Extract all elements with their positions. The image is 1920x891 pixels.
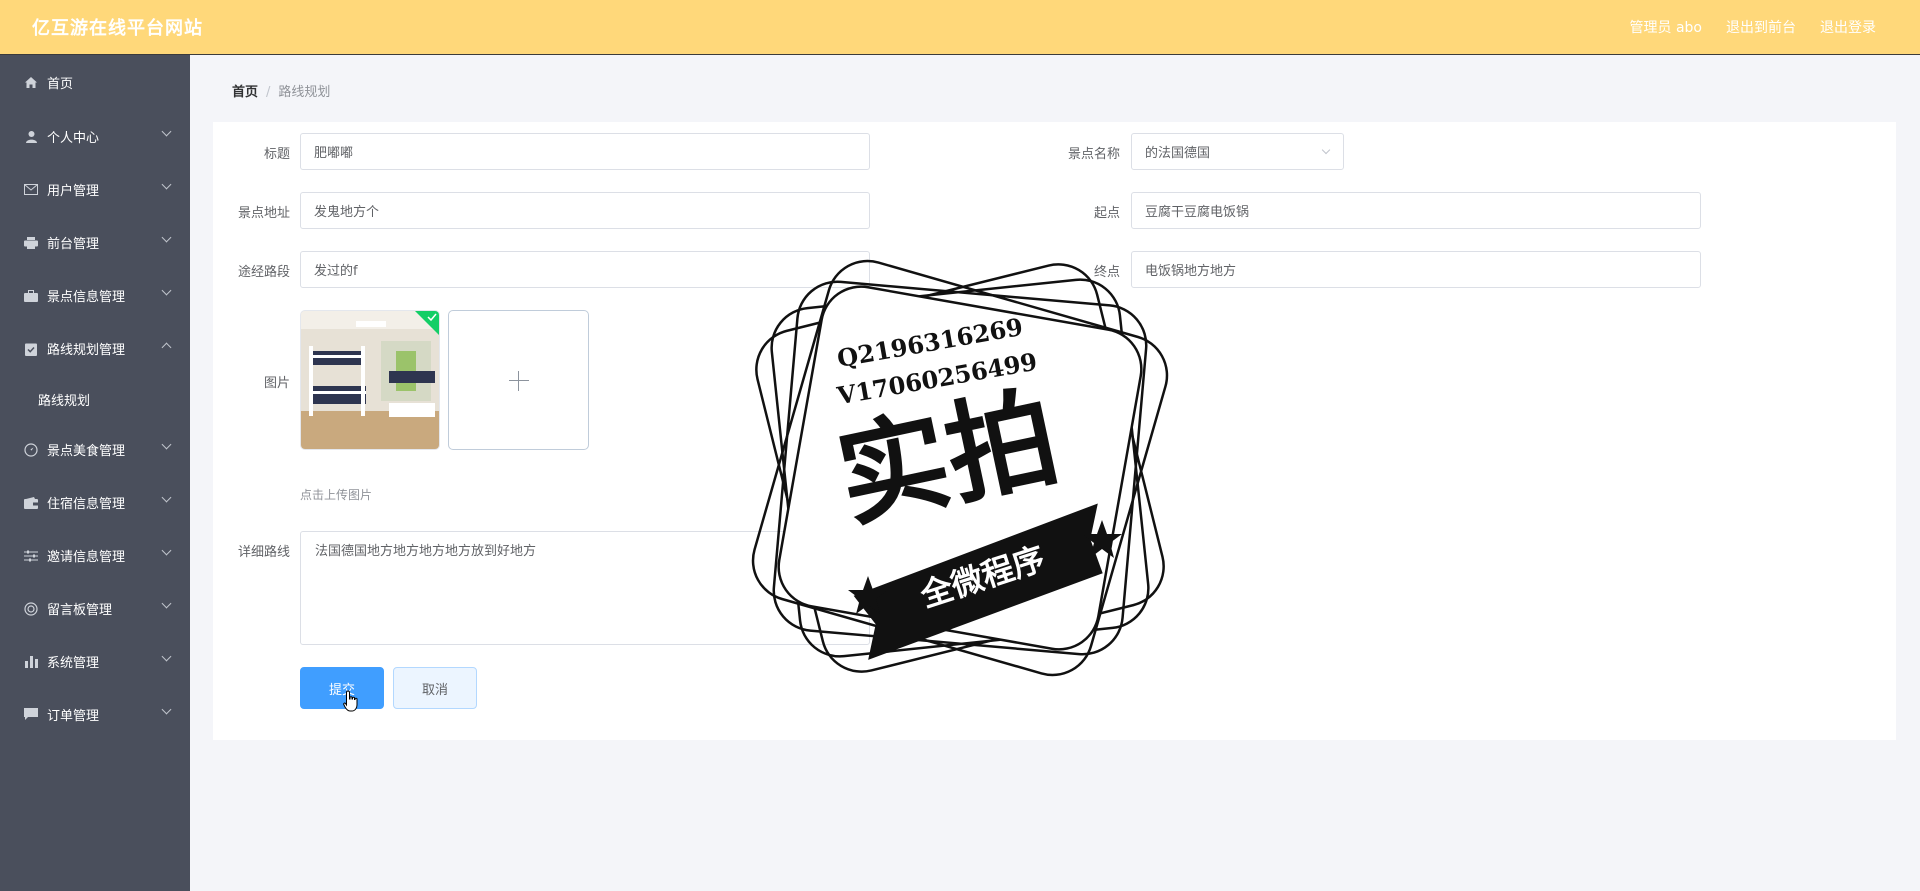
- breadcrumb-home[interactable]: 首页: [232, 85, 258, 100]
- detail-label: 详细路线: [237, 545, 290, 560]
- sliders-icon: [23, 549, 39, 563]
- uploaded-image[interactable]: [300, 310, 440, 450]
- plus-icon: [509, 380, 529, 381]
- sidebar-item-label: 首页: [47, 77, 74, 92]
- chevron-down-icon: [161, 232, 172, 243]
- briefcase-icon: [23, 289, 39, 303]
- sidebar-item-label: 个人中心: [47, 131, 100, 146]
- chevron-down-icon: [161, 179, 172, 190]
- sidebar-item-label: 留言板管理: [47, 603, 113, 618]
- chevron-down-icon: [161, 651, 172, 662]
- sidebar-item-label: 用户管理: [47, 184, 100, 199]
- printer-icon: [23, 236, 39, 250]
- header-links: 管理员 abo 退出到前台 退出登录: [1630, 17, 1876, 37]
- sidebar-item-message-board[interactable]: 留言板管理: [0, 582, 190, 635]
- spot-name-label: 景点名称: [1067, 147, 1120, 162]
- success-check-icon: [415, 311, 439, 335]
- chevron-down-icon: [161, 545, 172, 556]
- admin-user-label[interactable]: 管理员 abo: [1630, 17, 1702, 37]
- via-label: 途经路段: [237, 265, 290, 280]
- sidebar-item-label: 前台管理: [47, 237, 100, 252]
- site-title: 亿互游在线平台网站: [32, 18, 203, 39]
- home-icon: [23, 76, 39, 90]
- back-to-front-link[interactable]: 退出到前台: [1726, 17, 1796, 37]
- address-label: 景点地址: [237, 206, 290, 221]
- sidebar-item-home[interactable]: 首页: [0, 55, 190, 110]
- chevron-down-icon: [161, 126, 172, 137]
- title-input[interactable]: 肥嘟嘟: [300, 133, 870, 170]
- wallet-icon: [23, 496, 39, 510]
- logout-link[interactable]: 退出登录: [1820, 17, 1876, 37]
- sidebar-item-invite-info[interactable]: 邀请信息管理: [0, 529, 190, 582]
- breadcrumb: 首页 / 路线规划: [232, 81, 330, 100]
- spot-name-value: 的法国德国: [1145, 146, 1211, 161]
- sidebar-item-spot-food[interactable]: 景点美食管理: [0, 423, 190, 476]
- chevron-up-icon: [161, 342, 172, 353]
- watermark-stamp: Q2196316269 V17060256499 实拍 全微程序: [750, 258, 1170, 678]
- hand-cursor-icon: [343, 690, 358, 712]
- sidebar-item-route-planning[interactable]: 路线规划管理: [0, 322, 190, 375]
- image-label: 图片: [263, 376, 290, 391]
- end-input[interactable]: 电饭锅地方地方: [1131, 251, 1701, 288]
- sidebar: 首页 个人中心 用户管理 前台管理 景点信息管理 路线规划管理 路线规划 景点美…: [0, 55, 190, 891]
- user-icon: [23, 130, 39, 144]
- start-label: 起点: [1093, 206, 1120, 221]
- sidebar-subitem-route-plan[interactable]: 路线规划: [0, 375, 190, 423]
- compass-icon: [23, 442, 39, 457]
- address-input[interactable]: 发鬼地方个: [300, 192, 870, 229]
- clipboard-icon: [23, 342, 39, 356]
- chevron-down-icon: [161, 598, 172, 609]
- mail-icon: [23, 183, 39, 197]
- sidebar-item-label: 住宿信息管理: [47, 497, 126, 512]
- submit-button[interactable]: 提交: [300, 667, 384, 709]
- chevron-down-icon: [1321, 145, 1331, 155]
- cancel-button[interactable]: 取消: [393, 667, 477, 709]
- image-upload-button[interactable]: [448, 310, 589, 450]
- sidebar-item-label: 订单管理: [47, 709, 100, 724]
- title-label: 标题: [263, 147, 290, 162]
- sidebar-item-front-management[interactable]: 前台管理: [0, 216, 190, 269]
- chevron-down-icon: [161, 285, 172, 296]
- start-input[interactable]: 豆腐干豆腐电饭锅: [1131, 192, 1701, 229]
- chevron-down-icon: [161, 492, 172, 503]
- sidebar-item-spot-info[interactable]: 景点信息管理: [0, 269, 190, 322]
- plus-icon-vertical: [518, 371, 519, 391]
- sidebar-item-label: 邀请信息管理: [47, 550, 126, 565]
- sidebar-item-label: 系统管理: [47, 656, 100, 671]
- sidebar-item-label: 景点美食管理: [47, 444, 126, 459]
- chevron-down-icon: [161, 704, 172, 715]
- sidebar-item-system[interactable]: 系统管理: [0, 635, 190, 688]
- breadcrumb-current: 路线规划: [278, 85, 331, 100]
- sidebar-item-label: 景点信息管理: [47, 290, 126, 305]
- sidebar-item-user-management[interactable]: 用户管理: [0, 163, 190, 216]
- bar-chart-icon: [23, 655, 39, 669]
- chat-icon: [23, 708, 39, 722]
- settings-circle-icon: [23, 601, 39, 616]
- sidebar-item-lodging-info[interactable]: 住宿信息管理: [0, 476, 190, 529]
- upload-tip: 点击上传图片: [300, 488, 373, 502]
- sidebar-item-personal-center[interactable]: 个人中心: [0, 110, 190, 163]
- sidebar-item-orders[interactable]: 订单管理: [0, 688, 190, 741]
- spot-name-select[interactable]: 的法国德国: [1131, 133, 1344, 170]
- breadcrumb-separator: /: [266, 85, 271, 100]
- sidebar-subitem-label: 路线规划: [38, 393, 91, 409]
- chevron-down-icon: [161, 439, 172, 450]
- sidebar-item-label: 路线规划管理: [47, 343, 126, 358]
- top-header: 亿互游在线平台网站 管理员 abo 退出到前台 退出登录: [0, 0, 1920, 55]
